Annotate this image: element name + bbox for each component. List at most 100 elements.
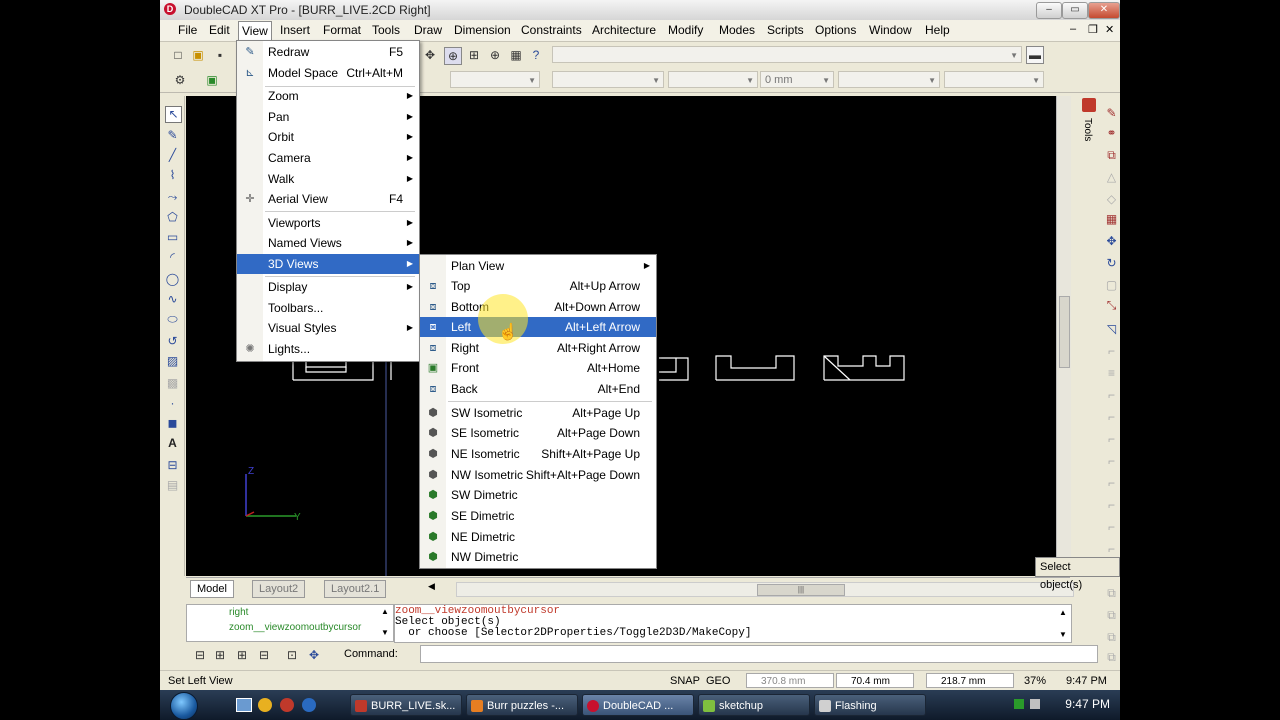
menu-item-toolbars[interactable]: Toolbars...: [237, 298, 419, 318]
cmd-tool-6-icon[interactable]: ✥: [306, 647, 322, 663]
menu-draw[interactable]: Draw: [412, 23, 444, 37]
menu-item-nw-dimetric[interactable]: ⬢ NW Dimetric: [420, 547, 656, 567]
tab-layout2[interactable]: Layout2: [252, 580, 306, 598]
zoom-in-icon[interactable]: ⊕: [487, 47, 503, 63]
trim-tool-icon[interactable]: ⚭: [1104, 126, 1119, 141]
copy-tool-icon[interactable]: ⧉: [1104, 148, 1119, 163]
polyline-icon[interactable]: ⌇: [165, 168, 180, 183]
menu-scripts[interactable]: Scripts: [765, 23, 806, 37]
menu-item-viewports[interactable]: Viewports ▶: [237, 213, 419, 233]
help-icon[interactable]: ?: [528, 47, 544, 63]
fill-icon[interactable]: ▩: [165, 376, 180, 391]
double-line-icon[interactable]: ⤳: [165, 190, 180, 205]
snap-toggle[interactable]: SNAP: [670, 675, 700, 687]
select-arrow-icon[interactable]: ↖: [165, 106, 182, 123]
task-doublecad[interactable]: DoubleCAD ...: [582, 694, 694, 716]
menu-item-bottom[interactable]: ⧈ Bottom Alt+Down Arrow: [420, 297, 656, 317]
mdi-restore-icon[interactable]: ❐: [1088, 23, 1098, 36]
group-tool-icon[interactable]: ⌐: [1104, 520, 1119, 535]
arc-icon[interactable]: ◜: [165, 250, 180, 265]
block-icon[interactable]: ◼: [165, 416, 180, 431]
image-icon[interactable]: ▤: [165, 478, 180, 493]
x-coordinate-field[interactable]: 370.8 mm: [746, 673, 834, 688]
array-tool-icon[interactable]: ▦: [1104, 212, 1119, 227]
zoom-window-icon[interactable]: ⊕: [444, 47, 462, 65]
menu-item-lights[interactable]: ✺ Lights...: [237, 339, 419, 359]
style-combo[interactable]: ▼: [944, 71, 1044, 88]
menu-item-se-isometric[interactable]: ⬢ SE Isometric Alt+Page Down: [420, 423, 656, 443]
align-tool-icon[interactable]: ⌐: [1104, 498, 1119, 513]
menu-item-sw-dimetric[interactable]: ⬢ SW Dimetric: [420, 485, 656, 505]
history-item[interactable]: right: [229, 607, 248, 618]
tray-volume-icon[interactable]: [1030, 699, 1040, 709]
save-icon[interactable]: ▪: [212, 47, 228, 63]
layer-tool-icon[interactable]: ⧉: [1104, 586, 1119, 601]
output-scroll-down-icon[interactable]: ▼: [1059, 629, 1067, 640]
divide-tool-icon[interactable]: ⌐: [1104, 454, 1119, 469]
extend-tool-icon[interactable]: ⌐: [1104, 388, 1119, 403]
circle-icon[interactable]: ◯: [165, 272, 180, 287]
cmd-tool-4-icon[interactable]: ⊟: [256, 647, 272, 663]
cmd-tool-5-icon[interactable]: ⊡: [284, 647, 300, 663]
point-icon[interactable]: ·: [165, 396, 180, 411]
explode-tool-icon[interactable]: ⌐: [1104, 410, 1119, 425]
tab-layout2-1[interactable]: Layout2.1: [324, 580, 387, 598]
vertical-scrollbar[interactable]: [1056, 96, 1071, 576]
rotate-tool-icon[interactable]: ↻: [1104, 256, 1119, 271]
join-tool-icon[interactable]: ⌐: [1104, 432, 1119, 447]
z-coordinate-field[interactable]: 218.7 mm: [926, 673, 1014, 688]
ungroup-tool-icon[interactable]: ⌐: [1104, 542, 1119, 557]
menu-window[interactable]: Window: [867, 23, 914, 37]
menu-item-display[interactable]: Display ▶: [237, 277, 419, 297]
menu-item-nw-isometric[interactable]: ⬢ NW Isometric Shift+Alt+Page Down: [420, 465, 656, 485]
menu-item-pan[interactable]: Pan ▶: [237, 107, 419, 127]
layer-delete-icon[interactable]: ⧉: [1104, 650, 1119, 665]
break-tool-icon[interactable]: ≡: [1104, 366, 1119, 381]
cmd-tool-1-icon[interactable]: ⊟: [192, 647, 208, 663]
menu-item-back[interactable]: ⧈ Back Alt+End: [420, 379, 656, 399]
menu-help[interactable]: Help: [923, 23, 952, 37]
layer-icon[interactable]: ▣: [204, 72, 220, 88]
dimension-icon[interactable]: ⊟: [165, 458, 180, 473]
opera-icon[interactable]: [280, 698, 294, 712]
zoom-extents-icon[interactable]: ⊞: [466, 47, 482, 63]
menu-item-top[interactable]: ⧈ Top Alt+Up Arrow: [420, 276, 656, 296]
menu-item-3d-views[interactable]: 3D Views ▶: [237, 254, 419, 274]
layer-merge-icon[interactable]: ⧉: [1104, 630, 1119, 645]
text-icon[interactable]: A: [165, 436, 180, 451]
menu-item-orbit[interactable]: Orbit ▶: [237, 127, 419, 147]
tab-model[interactable]: Model: [190, 580, 234, 598]
menu-format[interactable]: Format: [321, 23, 363, 37]
menu-item-visual-styles[interactable]: Visual Styles ▶: [237, 318, 419, 338]
menu-item-front[interactable]: ▣ Front Alt+Home: [420, 358, 656, 378]
menu-modes[interactable]: Modes: [717, 23, 757, 37]
output-scroll-up-icon[interactable]: ▲: [1059, 607, 1067, 618]
rectangle-icon[interactable]: ▭: [165, 230, 180, 245]
curve-icon[interactable]: ∿: [165, 292, 180, 307]
hatch-icon[interactable]: ▨: [165, 354, 180, 369]
calculator-icon[interactable]: ▦: [508, 47, 524, 63]
menu-item-se-dimetric[interactable]: ⬢ SE Dimetric: [420, 506, 656, 526]
offset-tool-icon[interactable]: ◇: [1104, 192, 1119, 207]
chrome-icon[interactable]: [258, 698, 272, 712]
taskbar-clock[interactable]: 9:47 PM: [1065, 697, 1110, 711]
tab-scroll-left-icon[interactable]: ◀: [428, 581, 435, 592]
task-flashing[interactable]: Flashing: [814, 694, 926, 716]
mdi-minimize-icon[interactable]: –: [1070, 23, 1076, 35]
restore-button[interactable]: ▭: [1062, 2, 1088, 19]
color-combo[interactable]: ▼: [552, 71, 664, 88]
polygon-icon[interactable]: ⬠: [165, 210, 180, 225]
minimize-button[interactable]: –: [1036, 2, 1062, 19]
horizontal-scrollbar[interactable]: |||: [456, 582, 1074, 597]
layer-copy-icon[interactable]: ⧉: [1104, 608, 1119, 623]
properties-icon[interactable]: ⚙: [172, 72, 188, 88]
pattern-combo[interactable]: ▼: [838, 71, 940, 88]
mirror-tool-icon[interactable]: △: [1104, 170, 1119, 185]
menu-item-redraw[interactable]: ✎ Redraw F5: [237, 42, 419, 62]
menu-item-zoom[interactable]: Zoom ▶: [237, 86, 419, 106]
menu-modify[interactable]: Modify: [666, 23, 705, 37]
menu-item-right[interactable]: ⧈ Right Alt+Right Arrow: [420, 338, 656, 358]
horizontal-scroll-thumb[interactable]: |||: [757, 584, 845, 596]
dimension-value-combo[interactable]: 0 mm ▼: [760, 71, 834, 88]
layer-combo[interactable]: ▼: [552, 46, 1022, 63]
